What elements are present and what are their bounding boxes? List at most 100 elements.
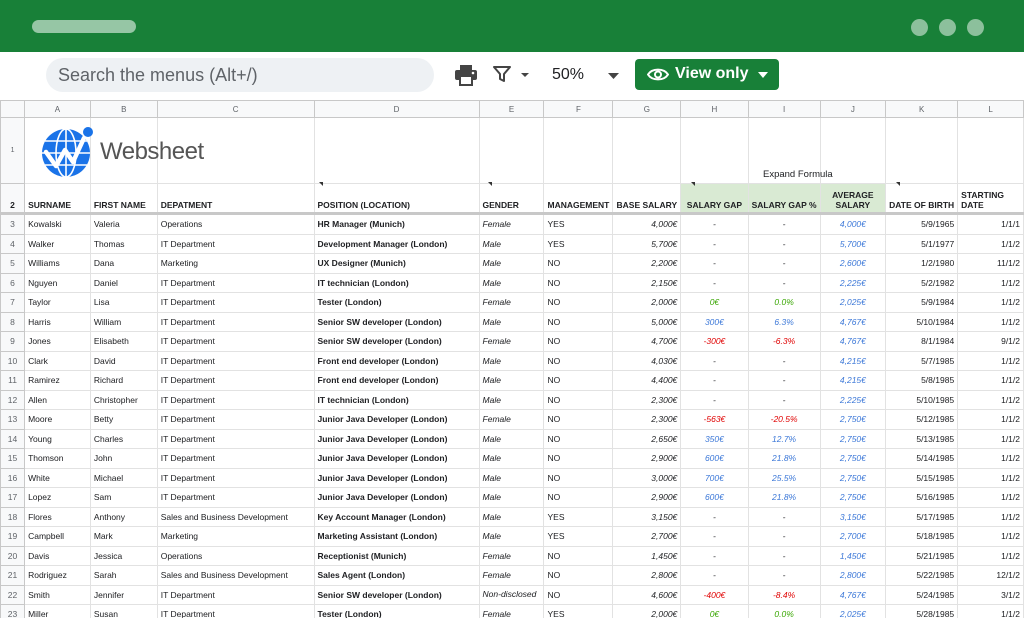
cell-average-salary[interactable]: 2,225€ bbox=[819, 272, 887, 293]
cell-salary-gap-pct[interactable]: 12.7% bbox=[747, 428, 821, 449]
cell-date-of-birth[interactable]: 8/1/1984 bbox=[885, 331, 959, 352]
cell-salary-gap-pct[interactable]: - bbox=[747, 213, 821, 235]
cell-average-salary[interactable]: 4,215€ bbox=[819, 350, 887, 371]
cell-base-salary[interactable]: 5,700€ bbox=[612, 233, 682, 254]
cell-average-salary[interactable]: 2,025€ bbox=[819, 292, 887, 313]
cell-position[interactable]: Junior Java Developer (London) bbox=[313, 448, 480, 469]
cell-starting-date[interactable]: 1/1/2 bbox=[957, 233, 1024, 254]
cell-date-of-birth[interactable]: 5/16/1985 bbox=[885, 487, 959, 508]
cell-salary-gap-pct[interactable]: -20.5% bbox=[747, 409, 821, 430]
cell-department[interactable]: Marketing bbox=[156, 253, 315, 274]
cell-department[interactable]: Sales and Business Development bbox=[156, 506, 315, 527]
cell-salary-gap-pct[interactable]: 21.8% bbox=[747, 448, 821, 469]
cell-management[interactable]: NO bbox=[543, 428, 614, 449]
cell-base-salary[interactable]: 2,200€ bbox=[612, 253, 682, 274]
cell-position[interactable]: Senior SW developer (London) bbox=[313, 584, 480, 605]
cell-average-salary[interactable]: 2,750€ bbox=[819, 467, 887, 488]
header-management[interactable]: MANAGEMENT bbox=[543, 183, 614, 215]
table-row[interactable]: 7 Taylor Lisa IT Department Tester (London) F… bbox=[0, 292, 1024, 313]
cell-position[interactable]: Sales Agent (London) bbox=[313, 565, 480, 586]
table-row[interactable]: 12 Allen Christopher IT Department IT techni… bbox=[0, 389, 1024, 410]
table-row[interactable]: 15 Thomson John IT Department Junior Java De… bbox=[0, 448, 1024, 469]
column-header[interactable]: G bbox=[612, 100, 682, 118]
cell-salary-gap[interactable]: - bbox=[680, 370, 749, 391]
column-header[interactable]: J bbox=[819, 100, 887, 118]
cell-first-name[interactable]: Jessica bbox=[89, 545, 158, 566]
cell-gender[interactable]: Male bbox=[478, 506, 545, 527]
cell-position[interactable]: Junior Java Developer (London) bbox=[313, 428, 480, 449]
cell-base-salary[interactable]: 4,000€ bbox=[612, 213, 682, 235]
cell-surname[interactable]: Walker bbox=[24, 233, 91, 254]
cell-gender[interactable]: Female bbox=[478, 545, 545, 566]
cell-date-of-birth[interactable]: 5/13/1985 bbox=[885, 428, 959, 449]
cell-surname[interactable]: Davis bbox=[24, 545, 91, 566]
cell-first-name[interactable]: Christopher bbox=[89, 389, 158, 410]
cell-average-salary[interactable]: 2,750€ bbox=[819, 428, 887, 449]
row-number[interactable]: 19 bbox=[0, 526, 26, 547]
header-salary-gap[interactable]: SALARY GAP bbox=[680, 183, 749, 215]
cell-base-salary[interactable]: 1,450€ bbox=[612, 545, 682, 566]
cell-starting-date[interactable]: 11/1/2 bbox=[957, 253, 1024, 274]
column-header[interactable]: H bbox=[680, 100, 749, 118]
header-department[interactable]: DEPATMENT bbox=[156, 183, 315, 215]
cell-first-name[interactable]: Anthony bbox=[89, 506, 158, 527]
cell-first-name[interactable]: Mark bbox=[89, 526, 158, 547]
cell-gender[interactable]: Male bbox=[478, 526, 545, 547]
table-row[interactable]: 14 Young Charles IT Department Junior Java D… bbox=[0, 428, 1024, 449]
cell-department[interactable]: IT Department bbox=[156, 448, 315, 469]
cell-surname[interactable]: Smith bbox=[24, 584, 91, 605]
cell-salary-gap-pct[interactable]: 25.5% bbox=[747, 467, 821, 488]
cell-surname[interactable]: Rodriguez bbox=[24, 565, 91, 586]
cell-position[interactable]: HR Manager (Munich) bbox=[313, 213, 480, 235]
cell-starting-date[interactable]: 1/1/2 bbox=[957, 428, 1024, 449]
zoom-dropdown-icon[interactable] bbox=[607, 72, 620, 80]
cell-date-of-birth[interactable]: 5/10/1984 bbox=[885, 311, 959, 332]
cell-average-salary[interactable]: 2,750€ bbox=[819, 487, 887, 508]
column-header[interactable]: D bbox=[313, 100, 480, 118]
cell-salary-gap[interactable]: - bbox=[680, 233, 749, 254]
row-number[interactable]: 1 bbox=[0, 117, 26, 184]
cell-date-of-birth[interactable]: 5/15/1985 bbox=[885, 467, 959, 488]
cell-base-salary[interactable]: 5,000€ bbox=[612, 311, 682, 332]
cell-gender[interactable]: Female bbox=[478, 565, 545, 586]
cell-salary-gap-pct[interactable]: -8.4% bbox=[747, 584, 821, 605]
header-salary-gap-pct[interactable]: SALARY GAP % bbox=[747, 183, 821, 215]
header-gender[interactable]: GENDER bbox=[478, 183, 545, 215]
cell-management[interactable]: NO bbox=[543, 331, 614, 352]
cell-management[interactable]: YES bbox=[543, 213, 614, 235]
cell-date-of-birth[interactable]: 5/28/1985 bbox=[885, 604, 959, 618]
cell-management[interactable]: YES bbox=[543, 506, 614, 527]
cell-first-name[interactable]: Dana bbox=[89, 253, 158, 274]
cell-starting-date[interactable]: 1/1/2 bbox=[957, 311, 1024, 332]
cell-position[interactable]: Tester (London) bbox=[313, 604, 480, 618]
cell-gender[interactable]: Male bbox=[478, 389, 545, 410]
cell-first-name[interactable]: Michael bbox=[89, 467, 158, 488]
cell-salary-gap-pct[interactable]: - bbox=[747, 350, 821, 371]
cell-surname[interactable]: Harris bbox=[24, 311, 91, 332]
cell-position[interactable]: Senior SW developer (London) bbox=[313, 331, 480, 352]
cell-salary-gap[interactable]: 300€ bbox=[680, 311, 749, 332]
cell-base-salary[interactable]: 4,400€ bbox=[612, 370, 682, 391]
cell-management[interactable]: NO bbox=[543, 292, 614, 313]
table-row[interactable]: 20 Davis Jessica Operations Receptionist (Mu… bbox=[0, 545, 1024, 566]
cell-date-of-birth[interactable]: 5/9/1965 bbox=[885, 213, 959, 235]
row-number[interactable]: 6 bbox=[0, 272, 26, 293]
cell-department[interactable]: IT Department bbox=[156, 311, 315, 332]
cell-date-of-birth[interactable]: 5/2/1982 bbox=[885, 272, 959, 293]
cell-position[interactable]: Junior Java Developer (London) bbox=[313, 409, 480, 430]
cell-salary-gap[interactable]: -300€ bbox=[680, 331, 749, 352]
header-first-name[interactable]: FIRST NAME bbox=[89, 183, 158, 215]
cell-first-name[interactable]: Charles bbox=[89, 428, 158, 449]
cell-first-name[interactable]: Daniel bbox=[89, 272, 158, 293]
cell-department[interactable]: Marketing bbox=[156, 526, 315, 547]
cell-salary-gap[interactable]: 0€ bbox=[680, 604, 749, 618]
cell-position[interactable]: IT technician (London) bbox=[313, 272, 480, 293]
cell-gender[interactable]: Male bbox=[478, 428, 545, 449]
row-number[interactable]: 2 bbox=[0, 183, 26, 215]
cell-management[interactable]: NO bbox=[543, 370, 614, 391]
row-number[interactable]: 16 bbox=[0, 467, 26, 488]
window-dot-2[interactable] bbox=[939, 19, 956, 36]
cell-starting-date[interactable]: 1/1/2 bbox=[957, 350, 1024, 371]
cell-salary-gap-pct[interactable]: - bbox=[747, 506, 821, 527]
row-number[interactable]: 23 bbox=[0, 604, 26, 618]
